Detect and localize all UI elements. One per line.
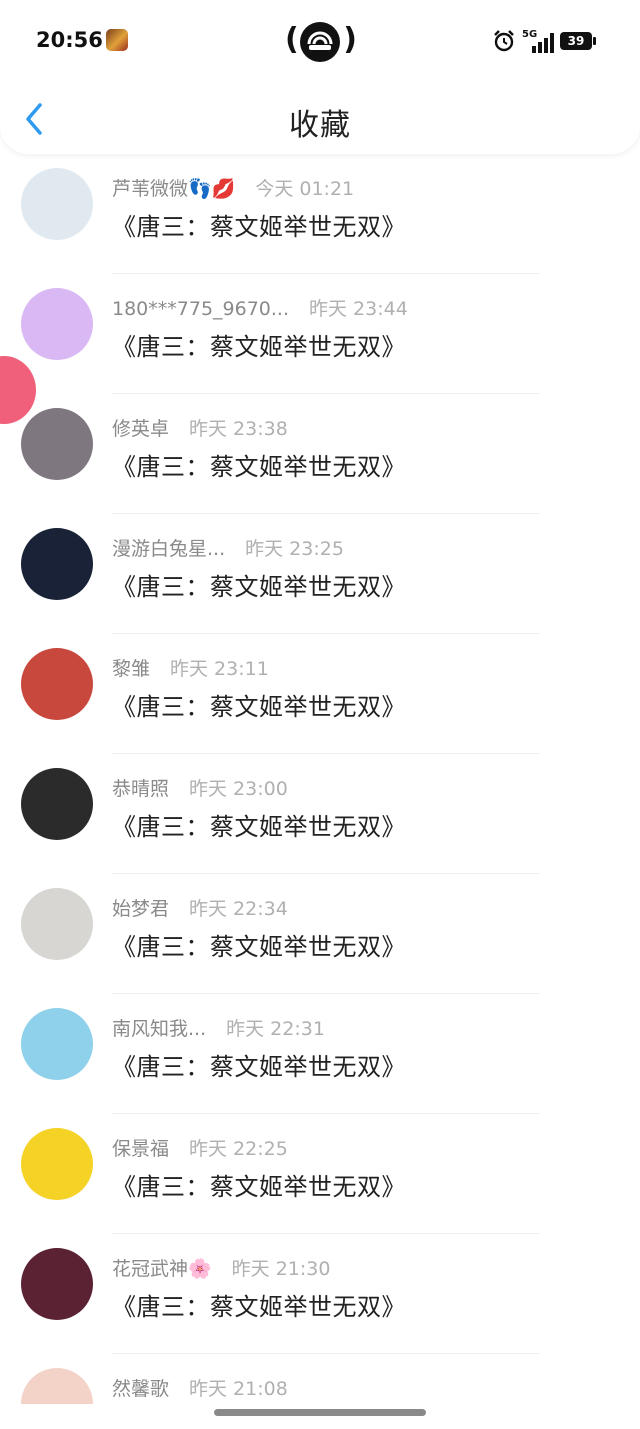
list-item[interactable]: 然馨歌 昨天 21:08 — [0, 1354, 640, 1404]
avatar[interactable] — [21, 1248, 93, 1320]
status-bar: 20:56 ( ) 5G 39 — [0, 0, 640, 80]
user-name[interactable]: 180***775_9670... — [112, 298, 289, 320]
item-meta: 180***775_9670... 昨天 23:44 — [112, 294, 408, 321]
avatar[interactable] — [21, 408, 93, 480]
avatar[interactable] — [21, 168, 93, 240]
avatar[interactable] — [21, 1008, 93, 1080]
user-name[interactable]: 南风知我... — [112, 1018, 206, 1040]
avatar[interactable] — [21, 648, 93, 720]
item-meta: 花冠武神🌸 昨天 21:30 — [112, 1254, 330, 1281]
item-meta: 然馨歌 昨天 21:08 — [112, 1374, 288, 1401]
list-item[interactable]: 芦苇微微👣💋 今天 01:21 《唐三：蔡文姬举世无双》 — [0, 154, 640, 274]
user-name[interactable]: 始梦君 — [112, 898, 169, 920]
user-name[interactable]: 漫游白兔星... — [112, 538, 225, 560]
favorite-title[interactable]: 《唐三：蔡文姬举世无双》 — [112, 687, 406, 722]
favorites-page: 20:56 ( ) 5G 39 收藏 芦苇微微👣💋 今天 01:21 《唐三：蔡… — [0, 0, 640, 1429]
item-meta: 始梦君 昨天 22:34 — [112, 894, 288, 921]
item-meta: 保景福 昨天 22:25 — [112, 1134, 288, 1161]
paren-left-icon: ( — [285, 22, 299, 57]
list-item[interactable]: 180***775_9670... 昨天 23:44 《唐三：蔡文姬举世无双》 — [0, 274, 640, 394]
timestamp: 今天 01:21 — [255, 178, 355, 200]
alarm-icon — [494, 30, 514, 52]
timestamp: 昨天 22:34 — [189, 898, 288, 920]
favorites-list: 芦苇微微👣💋 今天 01:21 《唐三：蔡文姬举世无双》 180***775_9670… — [0, 154, 640, 1404]
user-name[interactable]: 芦苇微微👣💋 — [112, 178, 235, 200]
list-item[interactable]: 南风知我... 昨天 22:31 《唐三：蔡文姬举世无双》 — [0, 994, 640, 1114]
favorite-title[interactable]: 《唐三：蔡文姬举世无双》 — [112, 567, 406, 602]
item-meta: 恭晴照 昨天 23:00 — [112, 774, 288, 801]
list-item[interactable]: 花冠武神🌸 昨天 21:30 《唐三：蔡文姬举世无双》 — [0, 1234, 640, 1354]
timestamp: 昨天 23:44 — [309, 298, 408, 320]
list-item[interactable]: 漫游白兔星... 昨天 23:25 《唐三：蔡文姬举世无双》 — [0, 514, 640, 634]
item-meta: 黎雏 昨天 23:11 — [112, 654, 269, 681]
timestamp: 昨天 22:25 — [189, 1138, 288, 1160]
item-meta: 修英卓 昨天 23:38 — [112, 414, 288, 441]
battery-icon: 39 — [560, 32, 592, 50]
avatar[interactable] — [21, 528, 93, 600]
list-item[interactable]: 黎雏 昨天 23:11 《唐三：蔡文姬举世无双》 — [0, 634, 640, 754]
timestamp: 昨天 23:00 — [189, 778, 288, 800]
header: 20:56 ( ) 5G 39 收藏 — [0, 0, 640, 154]
favorite-title[interactable]: 《唐三：蔡文姬举世无双》 — [112, 447, 406, 482]
paren-right-icon: ) — [343, 22, 357, 57]
favorite-title[interactable]: 《唐三：蔡文姬举世无双》 — [112, 1287, 406, 1322]
user-name[interactable]: 修英卓 — [112, 418, 169, 440]
battery-cap — [593, 37, 596, 45]
timestamp: 昨天 23:11 — [170, 658, 269, 680]
list-item[interactable]: 恭晴照 昨天 23:00 《唐三：蔡文姬举世无双》 — [0, 754, 640, 874]
home-indicator[interactable] — [214, 1409, 426, 1416]
status-icons: 5G 39 — [492, 29, 602, 53]
item-meta: 漫游白兔星... 昨天 23:25 — [112, 534, 344, 561]
timestamp: 昨天 21:08 — [189, 1378, 288, 1400]
game-app-icon — [106, 29, 128, 51]
hotspot-icon — [300, 22, 340, 62]
timestamp: 昨天 23:38 — [189, 418, 288, 440]
list-item[interactable]: 保景福 昨天 22:25 《唐三：蔡文姬举世无双》 — [0, 1114, 640, 1234]
avatar[interactable] — [21, 888, 93, 960]
favorite-title[interactable]: 《唐三：蔡文姬举世无双》 — [112, 1167, 406, 1202]
favorite-title[interactable]: 《唐三：蔡文姬举世无双》 — [112, 1047, 406, 1082]
timestamp: 昨天 22:31 — [226, 1018, 325, 1040]
avatar[interactable] — [21, 1368, 93, 1404]
avatar[interactable] — [21, 1128, 93, 1200]
favorite-title[interactable]: 《唐三：蔡文姬举世无双》 — [112, 207, 406, 242]
user-name[interactable]: 保景福 — [112, 1138, 169, 1160]
signal-icon: 5G — [522, 29, 554, 53]
favorite-title[interactable]: 《唐三：蔡文姬举世无双》 — [112, 927, 406, 962]
user-name[interactable]: 黎雏 — [112, 658, 150, 680]
item-meta: 南风知我... 昨天 22:31 — [112, 1014, 325, 1041]
item-meta: 芦苇微微👣💋 今天 01:21 — [112, 174, 354, 201]
status-time: 20:56 — [36, 28, 103, 52]
user-name[interactable]: 然馨歌 — [112, 1378, 169, 1400]
avatar[interactable] — [21, 768, 93, 840]
timestamp: 昨天 23:25 — [245, 538, 344, 560]
user-name[interactable]: 花冠武神🌸 — [112, 1258, 212, 1280]
user-name[interactable]: 恭晴照 — [112, 778, 169, 800]
timestamp: 昨天 21:30 — [231, 1258, 331, 1280]
favorite-title[interactable]: 《唐三：蔡文姬举世无双》 — [112, 327, 406, 362]
avatar[interactable] — [21, 288, 93, 360]
page-title: 收藏 — [289, 108, 351, 143]
favorite-title[interactable]: 《唐三：蔡文姬举世无双》 — [112, 807, 406, 842]
dynamic-island: ( ) — [285, 20, 357, 62]
list-item[interactable]: 始梦君 昨天 22:34 《唐三：蔡文姬举世无双》 — [0, 874, 640, 994]
list-item[interactable]: 修英卓 昨天 23:38 《唐三：蔡文姬举世无双》 — [0, 394, 640, 514]
